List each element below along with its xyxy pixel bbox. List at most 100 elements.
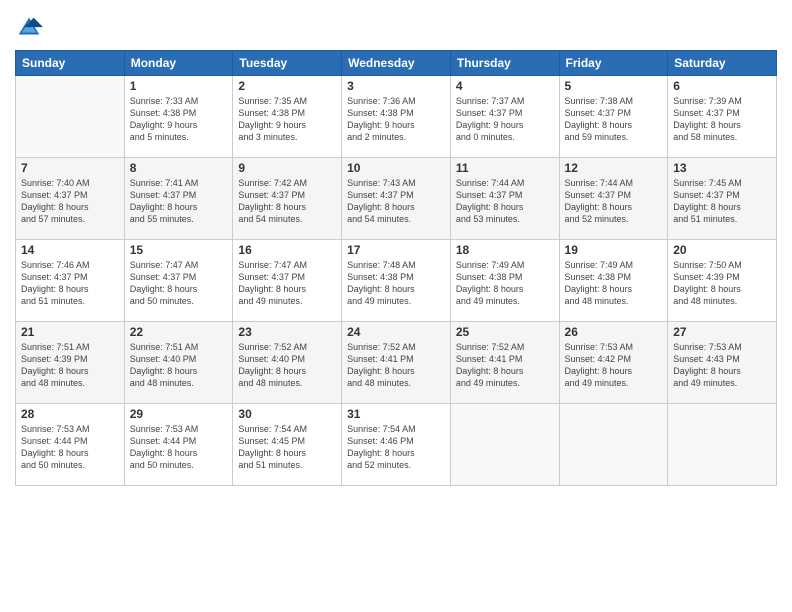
- day-number: 11: [456, 161, 554, 175]
- day-info: Sunrise: 7:33 AM Sunset: 4:38 PM Dayligh…: [130, 95, 228, 144]
- day-number: 17: [347, 243, 445, 257]
- day-info: Sunrise: 7:38 AM Sunset: 4:37 PM Dayligh…: [565, 95, 663, 144]
- day-info: Sunrise: 7:50 AM Sunset: 4:39 PM Dayligh…: [673, 259, 771, 308]
- calendar-cell: 19 Sunrise: 7:49 AM Sunset: 4:38 PM Dayli…: [559, 240, 668, 322]
- day-info: Sunrise: 7:39 AM Sunset: 4:37 PM Dayligh…: [673, 95, 771, 144]
- calendar-cell: 8 Sunrise: 7:41 AM Sunset: 4:37 PM Daylig…: [124, 158, 233, 240]
- calendar-header-saturday: Saturday: [668, 51, 777, 76]
- logo-icon: [15, 14, 43, 42]
- calendar-header-friday: Friday: [559, 51, 668, 76]
- day-info: Sunrise: 7:47 AM Sunset: 4:37 PM Dayligh…: [130, 259, 228, 308]
- calendar-week-row: 21 Sunrise: 7:51 AM Sunset: 4:39 PM Dayli…: [16, 322, 777, 404]
- day-number: 16: [238, 243, 336, 257]
- calendar-cell: 25 Sunrise: 7:52 AM Sunset: 4:41 PM Dayli…: [450, 322, 559, 404]
- day-number: 28: [21, 407, 119, 421]
- calendar-week-row: 1 Sunrise: 7:33 AM Sunset: 4:38 PM Daylig…: [16, 76, 777, 158]
- day-number: 2: [238, 79, 336, 93]
- day-info: Sunrise: 7:53 AM Sunset: 4:44 PM Dayligh…: [21, 423, 119, 472]
- day-info: Sunrise: 7:52 AM Sunset: 4:40 PM Dayligh…: [238, 341, 336, 390]
- day-number: 29: [130, 407, 228, 421]
- calendar-header-sunday: Sunday: [16, 51, 125, 76]
- calendar-cell: 22 Sunrise: 7:51 AM Sunset: 4:40 PM Dayli…: [124, 322, 233, 404]
- header: [15, 10, 777, 42]
- day-info: Sunrise: 7:47 AM Sunset: 4:37 PM Dayligh…: [238, 259, 336, 308]
- day-number: 19: [565, 243, 663, 257]
- day-number: 15: [130, 243, 228, 257]
- day-number: 12: [565, 161, 663, 175]
- day-info: Sunrise: 7:37 AM Sunset: 4:37 PM Dayligh…: [456, 95, 554, 144]
- calendar-week-row: 7 Sunrise: 7:40 AM Sunset: 4:37 PM Daylig…: [16, 158, 777, 240]
- day-info: Sunrise: 7:53 AM Sunset: 4:44 PM Dayligh…: [130, 423, 228, 472]
- day-info: Sunrise: 7:51 AM Sunset: 4:39 PM Dayligh…: [21, 341, 119, 390]
- calendar-cell: 1 Sunrise: 7:33 AM Sunset: 4:38 PM Daylig…: [124, 76, 233, 158]
- calendar-cell: 23Sunrise: 7:52 AM Sunset: 4:40 PM Dayli…: [233, 322, 342, 404]
- day-info: Sunrise: 7:52 AM Sunset: 4:41 PM Dayligh…: [456, 341, 554, 390]
- day-info: Sunrise: 7:53 AM Sunset: 4:43 PM Dayligh…: [673, 341, 771, 390]
- calendar-cell: 31 Sunrise: 7:54 AM Sunset: 4:46 PM Dayli…: [342, 404, 451, 486]
- calendar-cell: 2Sunrise: 7:35 AM Sunset: 4:38 PM Daylig…: [233, 76, 342, 158]
- day-info: Sunrise: 7:41 AM Sunset: 4:37 PM Dayligh…: [130, 177, 228, 226]
- calendar-week-row: 28 Sunrise: 7:53 AM Sunset: 4:44 PM Dayli…: [16, 404, 777, 486]
- calendar-cell: 13 Sunrise: 7:45 AM Sunset: 4:37 PM Dayli…: [668, 158, 777, 240]
- day-number: 22: [130, 325, 228, 339]
- calendar-cell: 26 Sunrise: 7:53 AM Sunset: 4:42 PM Dayli…: [559, 322, 668, 404]
- calendar-cell: 27 Sunrise: 7:53 AM Sunset: 4:43 PM Dayli…: [668, 322, 777, 404]
- day-number: 26: [565, 325, 663, 339]
- day-info: Sunrise: 7:52 AM Sunset: 4:41 PM Dayligh…: [347, 341, 445, 390]
- calendar-cell: 12 Sunrise: 7:44 AM Sunset: 4:37 PM Dayli…: [559, 158, 668, 240]
- calendar-cell: 11Sunrise: 7:44 AM Sunset: 4:37 PM Dayli…: [450, 158, 559, 240]
- day-info: Sunrise: 7:46 AM Sunset: 4:37 PM Dayligh…: [21, 259, 119, 308]
- calendar-header-tuesday: Tuesday: [233, 51, 342, 76]
- calendar-cell: 3Sunrise: 7:36 AM Sunset: 4:38 PM Daylig…: [342, 76, 451, 158]
- day-number: 27: [673, 325, 771, 339]
- day-number: 7: [21, 161, 119, 175]
- day-number: 1: [130, 79, 228, 93]
- day-number: 8: [130, 161, 228, 175]
- day-number: 6: [673, 79, 771, 93]
- calendar-cell: 20 Sunrise: 7:50 AM Sunset: 4:39 PM Dayli…: [668, 240, 777, 322]
- day-number: 13: [673, 161, 771, 175]
- day-number: 10: [347, 161, 445, 175]
- day-number: 20: [673, 243, 771, 257]
- day-number: 30: [238, 407, 336, 421]
- day-info: Sunrise: 7:53 AM Sunset: 4:42 PM Dayligh…: [565, 341, 663, 390]
- calendar-cell: 28 Sunrise: 7:53 AM Sunset: 4:44 PM Dayli…: [16, 404, 125, 486]
- calendar-cell: 4Sunrise: 7:37 AM Sunset: 4:37 PM Daylig…: [450, 76, 559, 158]
- day-number: 14: [21, 243, 119, 257]
- calendar-cell: 9 Sunrise: 7:42 AM Sunset: 4:37 PM Daylig…: [233, 158, 342, 240]
- calendar-header-monday: Monday: [124, 51, 233, 76]
- day-number: 25: [456, 325, 554, 339]
- day-info: Sunrise: 7:42 AM Sunset: 4:37 PM Dayligh…: [238, 177, 336, 226]
- day-info: Sunrise: 7:40 AM Sunset: 4:37 PM Dayligh…: [21, 177, 119, 226]
- calendar-cell: 5Sunrise: 7:38 AM Sunset: 4:37 PM Daylig…: [559, 76, 668, 158]
- day-info: Sunrise: 7:49 AM Sunset: 4:38 PM Dayligh…: [456, 259, 554, 308]
- day-info: Sunrise: 7:48 AM Sunset: 4:38 PM Dayligh…: [347, 259, 445, 308]
- logo: [15, 14, 47, 42]
- calendar-cell: 16 Sunrise: 7:47 AM Sunset: 4:37 PM Dayli…: [233, 240, 342, 322]
- day-info: Sunrise: 7:51 AM Sunset: 4:40 PM Dayligh…: [130, 341, 228, 390]
- calendar-cell: 7 Sunrise: 7:40 AM Sunset: 4:37 PM Daylig…: [16, 158, 125, 240]
- calendar-cell: 29 Sunrise: 7:53 AM Sunset: 4:44 PM Dayli…: [124, 404, 233, 486]
- day-info: Sunrise: 7:49 AM Sunset: 4:38 PM Dayligh…: [565, 259, 663, 308]
- day-info: Sunrise: 7:45 AM Sunset: 4:37 PM Dayligh…: [673, 177, 771, 226]
- day-number: 31: [347, 407, 445, 421]
- calendar-cell: 6 Sunrise: 7:39 AM Sunset: 4:37 PM Daylig…: [668, 76, 777, 158]
- calendar-cell: [668, 404, 777, 486]
- day-number: 18: [456, 243, 554, 257]
- day-info: Sunrise: 7:43 AM Sunset: 4:37 PM Dayligh…: [347, 177, 445, 226]
- calendar-cell: 30 Sunrise: 7:54 AM Sunset: 4:45 PM Dayli…: [233, 404, 342, 486]
- calendar-cell: 10 Sunrise: 7:43 AM Sunset: 4:37 PM Dayli…: [342, 158, 451, 240]
- calendar: SundayMondayTuesdayWednesdayThursdayFrid…: [15, 50, 777, 486]
- day-number: 21: [21, 325, 119, 339]
- calendar-cell: 18 Sunrise: 7:49 AM Sunset: 4:38 PM Dayli…: [450, 240, 559, 322]
- page: SundayMondayTuesdayWednesdayThursdayFrid…: [0, 0, 792, 612]
- day-number: 9: [238, 161, 336, 175]
- calendar-cell: 17 Sunrise: 7:48 AM Sunset: 4:38 PM Dayli…: [342, 240, 451, 322]
- calendar-cell: 14 Sunrise: 7:46 AM Sunset: 4:37 PM Dayli…: [16, 240, 125, 322]
- day-info: Sunrise: 7:44 AM Sunset: 4:37 PM Dayligh…: [565, 177, 663, 226]
- calendar-cell: [16, 76, 125, 158]
- day-info: Sunrise: 7:54 AM Sunset: 4:45 PM Dayligh…: [238, 423, 336, 472]
- day-info: Sunrise: 7:54 AM Sunset: 4:46 PM Dayligh…: [347, 423, 445, 472]
- calendar-cell: 21 Sunrise: 7:51 AM Sunset: 4:39 PM Dayli…: [16, 322, 125, 404]
- calendar-header-thursday: Thursday: [450, 51, 559, 76]
